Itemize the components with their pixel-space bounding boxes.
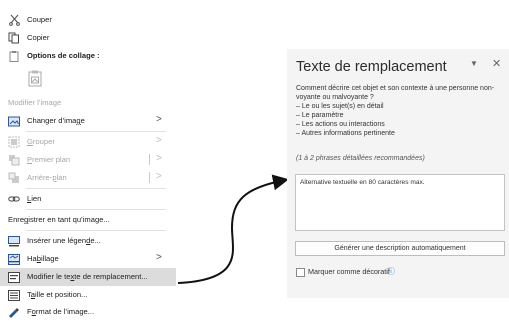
alt-text-input[interactable]: Alternative textuelle en 80 caractères m… (295, 174, 505, 231)
alt-text-pane: Texte de remplacement ▼ ✕ Comment décrir… (287, 49, 509, 298)
pane-bullet: – Le paramètre (296, 112, 344, 119)
generate-description-button[interactable]: Générer une description automatiquement (295, 241, 505, 256)
decorative-label: Marquer comme décoratif (308, 267, 390, 276)
chevron-down-icon[interactable]: ▼ (470, 59, 478, 68)
pane-title: Texte de remplacement (296, 59, 447, 75)
pane-bullet: – Autres informations pertinente (296, 130, 395, 137)
close-icon[interactable]: ✕ (492, 57, 501, 70)
info-icon[interactable]: ⓘ (387, 266, 395, 277)
decorative-checkbox[interactable] (296, 268, 305, 277)
pane-description: Comment décrire cet objet et son context… (296, 85, 495, 102)
alt-text-value: Alternative textuelle en 80 caractères m… (300, 179, 425, 186)
pane-bullet: – Le ou les sujet(s) en détail (296, 103, 384, 110)
pane-bullet: – Les actions ou interactions (296, 121, 385, 128)
pane-hint: (1 à 2 phrases détaillées recommandées) (296, 155, 425, 162)
